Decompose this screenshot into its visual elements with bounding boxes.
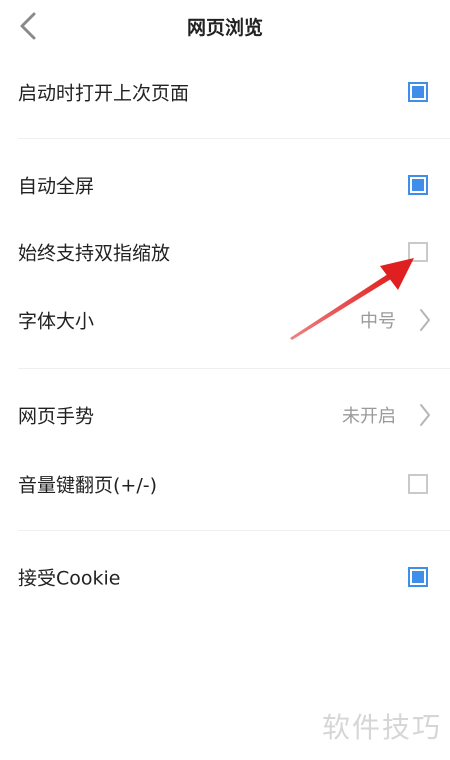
setting-restore-last-page[interactable]: 启动时打开上次页面 xyxy=(0,62,450,122)
section-divider xyxy=(18,138,450,139)
annotation-arrow-icon xyxy=(290,258,414,340)
section-divider xyxy=(18,530,450,531)
chevron-right-icon xyxy=(420,404,430,426)
settings-screen: 网页浏览 启动时打开上次页面 自动全屏 始终支持双指缩放 字体大小 中号 网页手… xyxy=(0,0,450,760)
setting-accept-cookie[interactable]: 接受Cookie xyxy=(0,547,450,607)
setting-label: 接受Cookie xyxy=(18,567,121,590)
page-title: 网页浏览 xyxy=(186,17,263,39)
accept-cookie-checkbox[interactable] xyxy=(408,567,428,587)
setting-auto-fullscreen[interactable]: 自动全屏 xyxy=(0,155,450,215)
setting-label: 网页手势 xyxy=(18,405,95,428)
auto-fullscreen-checkbox[interactable] xyxy=(408,175,428,195)
setting-label: 启动时打开上次页面 xyxy=(18,82,190,105)
top-bar: 网页浏览 xyxy=(0,0,450,52)
setting-label: 自动全屏 xyxy=(18,175,95,198)
watermark-text: 软件技巧 xyxy=(321,711,442,744)
setting-web-gesture[interactable]: 网页手势 未开启 xyxy=(0,385,450,445)
chevron-right-icon xyxy=(420,309,430,331)
section-divider xyxy=(18,368,450,369)
setting-label: 字体大小 xyxy=(18,310,95,333)
setting-label: 音量键翻页(+/-) xyxy=(18,474,158,497)
setting-label: 始终支持双指缩放 xyxy=(18,242,171,265)
restore-last-page-checkbox[interactable] xyxy=(408,82,428,102)
web-gesture-value: 未开启 xyxy=(342,406,396,427)
setting-volume-key-paging[interactable]: 音量键翻页(+/-) xyxy=(0,454,450,514)
volume-key-paging-checkbox[interactable] xyxy=(408,474,428,494)
